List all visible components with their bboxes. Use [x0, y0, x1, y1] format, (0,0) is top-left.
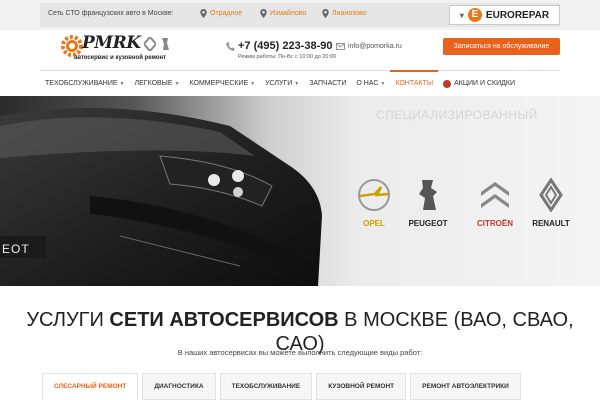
nav-item-label: ТЕХОБСЛУЖИВАНИЕ	[45, 79, 118, 87]
nav-item-label: ЛЕГКОВЫЕ	[134, 79, 173, 87]
services-tabs: СЛЕСАРНЫЙ РЕМОНТ ДИАГНОСТИКА ТЕХОБСЛУЖИВ…	[42, 373, 560, 400]
renault-diamond-icon	[539, 177, 563, 213]
car-image	[0, 108, 322, 286]
logo-name: PMRK	[82, 33, 141, 53]
top-bar-inner: Сеть СТО французских авто в Москве: Отра…	[40, 3, 560, 27]
phone-link[interactable]: +7 (495) 223-38-90	[226, 40, 332, 52]
signup-service-button[interactable]: Записаться на обслуживание	[443, 38, 560, 55]
eurorepar-logo-icon: E	[467, 8, 482, 22]
renault-mini-icon	[144, 37, 156, 51]
brand-label: PEUGEOT	[408, 219, 448, 228]
nav-item-promotions[interactable]: АКЦИИ И СКИДКИ	[438, 71, 520, 97]
envelope-icon	[336, 43, 345, 50]
map-pin-icon	[200, 9, 207, 18]
intro-text: В наших автосервисах вы можете выполнить…	[177, 348, 423, 357]
title-bold-part: СЕТИ АВТОСЕРВИСОВ	[109, 309, 339, 331]
brand-opel[interactable]: OPEL	[352, 178, 396, 228]
location-link-izmailovo[interactable]: Измайлово	[260, 9, 306, 18]
map-pin-icon	[260, 9, 267, 18]
location-label: Измайлово	[270, 10, 307, 17]
promo-icon	[443, 79, 452, 88]
nav-item-label: УСЛУГИ	[265, 79, 293, 87]
chevron-down-icon: ▼	[380, 80, 386, 87]
location-link-lianozovo[interactable]: Лианозово	[322, 9, 367, 18]
brand-renault[interactable]: RENAULT	[528, 177, 574, 228]
nav-item-label: КОНТАКТЫ	[395, 79, 434, 87]
nav-item-parts[interactable]: ЗАПЧАСТИ	[304, 71, 351, 97]
nav-item-maintenance[interactable]: ТЕХОБСЛУЖИВАНИЕ ▼	[40, 71, 130, 97]
chevron-down-icon: ▾	[459, 10, 464, 20]
phone-icon	[226, 41, 235, 51]
brand-label: OPEL	[363, 219, 385, 228]
main-nav: ТЕХОБСЛУЖИВАНИЕ ▼ ЛЕГКОВЫЕ ▼ КОММЕРЧЕСКИЕ ▼…	[40, 69, 560, 97]
nav-item-commercial[interactable]: КОММЕРЧЕСКИЕ ▼	[185, 71, 261, 97]
hero-banner: EOT СПЕЦИАЛИЗИРОВАННЫЙ OPEL PEUGEOT CITR…	[0, 96, 600, 286]
opel-logo-icon	[358, 179, 390, 211]
tab-electrics[interactable]: РЕМОНТ АВТОЭЛЕКТРИКИ	[410, 373, 521, 400]
chevron-down-icon: ▼	[174, 80, 180, 87]
peugeot-mini-icon	[162, 38, 169, 50]
eurorepar-dropdown[interactable]: ▾ E EUROREPAR	[449, 5, 560, 25]
logo-brand-marks	[144, 37, 171, 51]
logo-subtitle: автосервис и кузовной ремонт	[74, 55, 167, 61]
map-pin-icon	[322, 9, 329, 18]
tab-maintenance[interactable]: ТЕХОБСЛУЖИВАНИЕ	[219, 373, 313, 400]
nav-item-about[interactable]: О НАС ▼	[351, 71, 390, 97]
brand-peugeot[interactable]: PEUGEOT	[398, 178, 458, 228]
email-address: info@pomorka.ru	[348, 43, 402, 50]
site-logo[interactable]: PMRK автосервис и кузовной ремонт	[60, 33, 180, 67]
title-part-1: УСЛУГИ	[26, 309, 110, 331]
tab-locksmith[interactable]: СЛЕСАРНЫЙ РЕМОНТ	[42, 373, 139, 400]
tab-body-repair[interactable]: КУЗОВНОЙ РЕМОНТ	[316, 373, 407, 400]
brand-citroen[interactable]: CITROËN	[466, 178, 524, 228]
location-label: Отрадное	[210, 10, 243, 17]
chevron-down-icon: ▼	[250, 80, 256, 87]
chevron-down-icon: ▼	[294, 80, 300, 87]
nav-item-services[interactable]: УСЛУГИ ▼	[260, 71, 304, 97]
tab-diagnostics[interactable]: ДИАГНОСТИКА	[142, 373, 216, 400]
nav-item-passenger[interactable]: ЛЕГКОВЫЕ ▼	[130, 71, 185, 97]
site-header: PMRK автосервис и кузовной ремонт +7 (49…	[0, 30, 600, 70]
nav-item-label: АКЦИИ И СКИДКИ	[454, 79, 516, 87]
nav-item-contacts[interactable]: КОНТАКТЫ	[390, 69, 438, 97]
hero-caption: СПЕЦИАЛИЗИРОВАННЫЙ	[376, 108, 538, 122]
email-link[interactable]: info@pomorka.ru	[336, 43, 402, 50]
top-bar: Сеть СТО французских авто в Москве: Отра…	[0, 0, 600, 30]
citroen-chevron-icon	[481, 182, 509, 208]
brand-label: RENAULT	[532, 219, 570, 228]
working-hours: Режим работы: Пн-Вс с 10:00 до 20:00	[238, 54, 337, 60]
phone-number: +7 (495) 223-38-90	[238, 40, 333, 52]
chevron-down-icon: ▼	[119, 80, 125, 87]
peugeot-lion-icon	[419, 180, 437, 210]
network-label: Сеть СТО французских авто в Москве:	[48, 10, 174, 17]
eurorepar-label: EUROREPAR	[485, 9, 550, 21]
location-label: Лианозово	[332, 10, 367, 17]
brand-label: CITROËN	[477, 219, 513, 228]
nav-item-label: О НАС	[356, 79, 379, 87]
nav-item-label: КОММЕРЧЕСКИЕ	[189, 79, 249, 87]
location-link-otradnoe[interactable]: Отрадное	[200, 9, 242, 18]
nav-item-label: ЗАПЧАСТИ	[309, 79, 347, 87]
car-badge-text: EOT	[2, 242, 30, 256]
